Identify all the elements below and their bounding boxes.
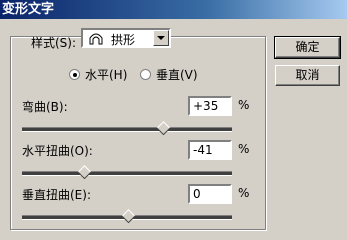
window-title: 变形文字 xyxy=(2,2,55,17)
radio-vertical[interactable] xyxy=(140,69,151,80)
arch-icon xyxy=(89,33,103,45)
horizontal-label: 水平(H) xyxy=(85,68,128,82)
vertical-distortion-unit: % xyxy=(238,186,250,200)
style-label: 样式(S): xyxy=(31,36,77,50)
horizontal-distortion-unit: % xyxy=(238,142,250,156)
chevron-down-icon[interactable] xyxy=(153,30,169,46)
bend-unit: % xyxy=(238,98,250,112)
horizontal-distortion-slider-track[interactable] xyxy=(22,171,232,176)
radio-horizontal[interactable] xyxy=(69,69,80,80)
horizontal-distortion-label: 水平扭曲(O): xyxy=(22,144,93,158)
vertical-distortion-label: 垂直扭曲(E): xyxy=(22,188,91,202)
horizontal-distortion-input[interactable]: -41 xyxy=(188,140,232,160)
vertical-distortion-input[interactable]: 0 xyxy=(188,184,232,204)
ok-button[interactable]: 确定 xyxy=(274,36,341,59)
bend-slider-track[interactable] xyxy=(22,127,232,132)
style-value: 拱形 xyxy=(111,33,136,47)
bend-input[interactable]: +35 xyxy=(188,96,232,116)
bend-label: 弯曲(B): xyxy=(22,100,68,114)
cancel-button[interactable]: 取消 xyxy=(275,65,340,86)
style-select[interactable]: 拱形 xyxy=(81,28,171,48)
vertical-label: 垂直(V) xyxy=(156,68,198,82)
title-bar: 变形文字 xyxy=(0,0,347,19)
